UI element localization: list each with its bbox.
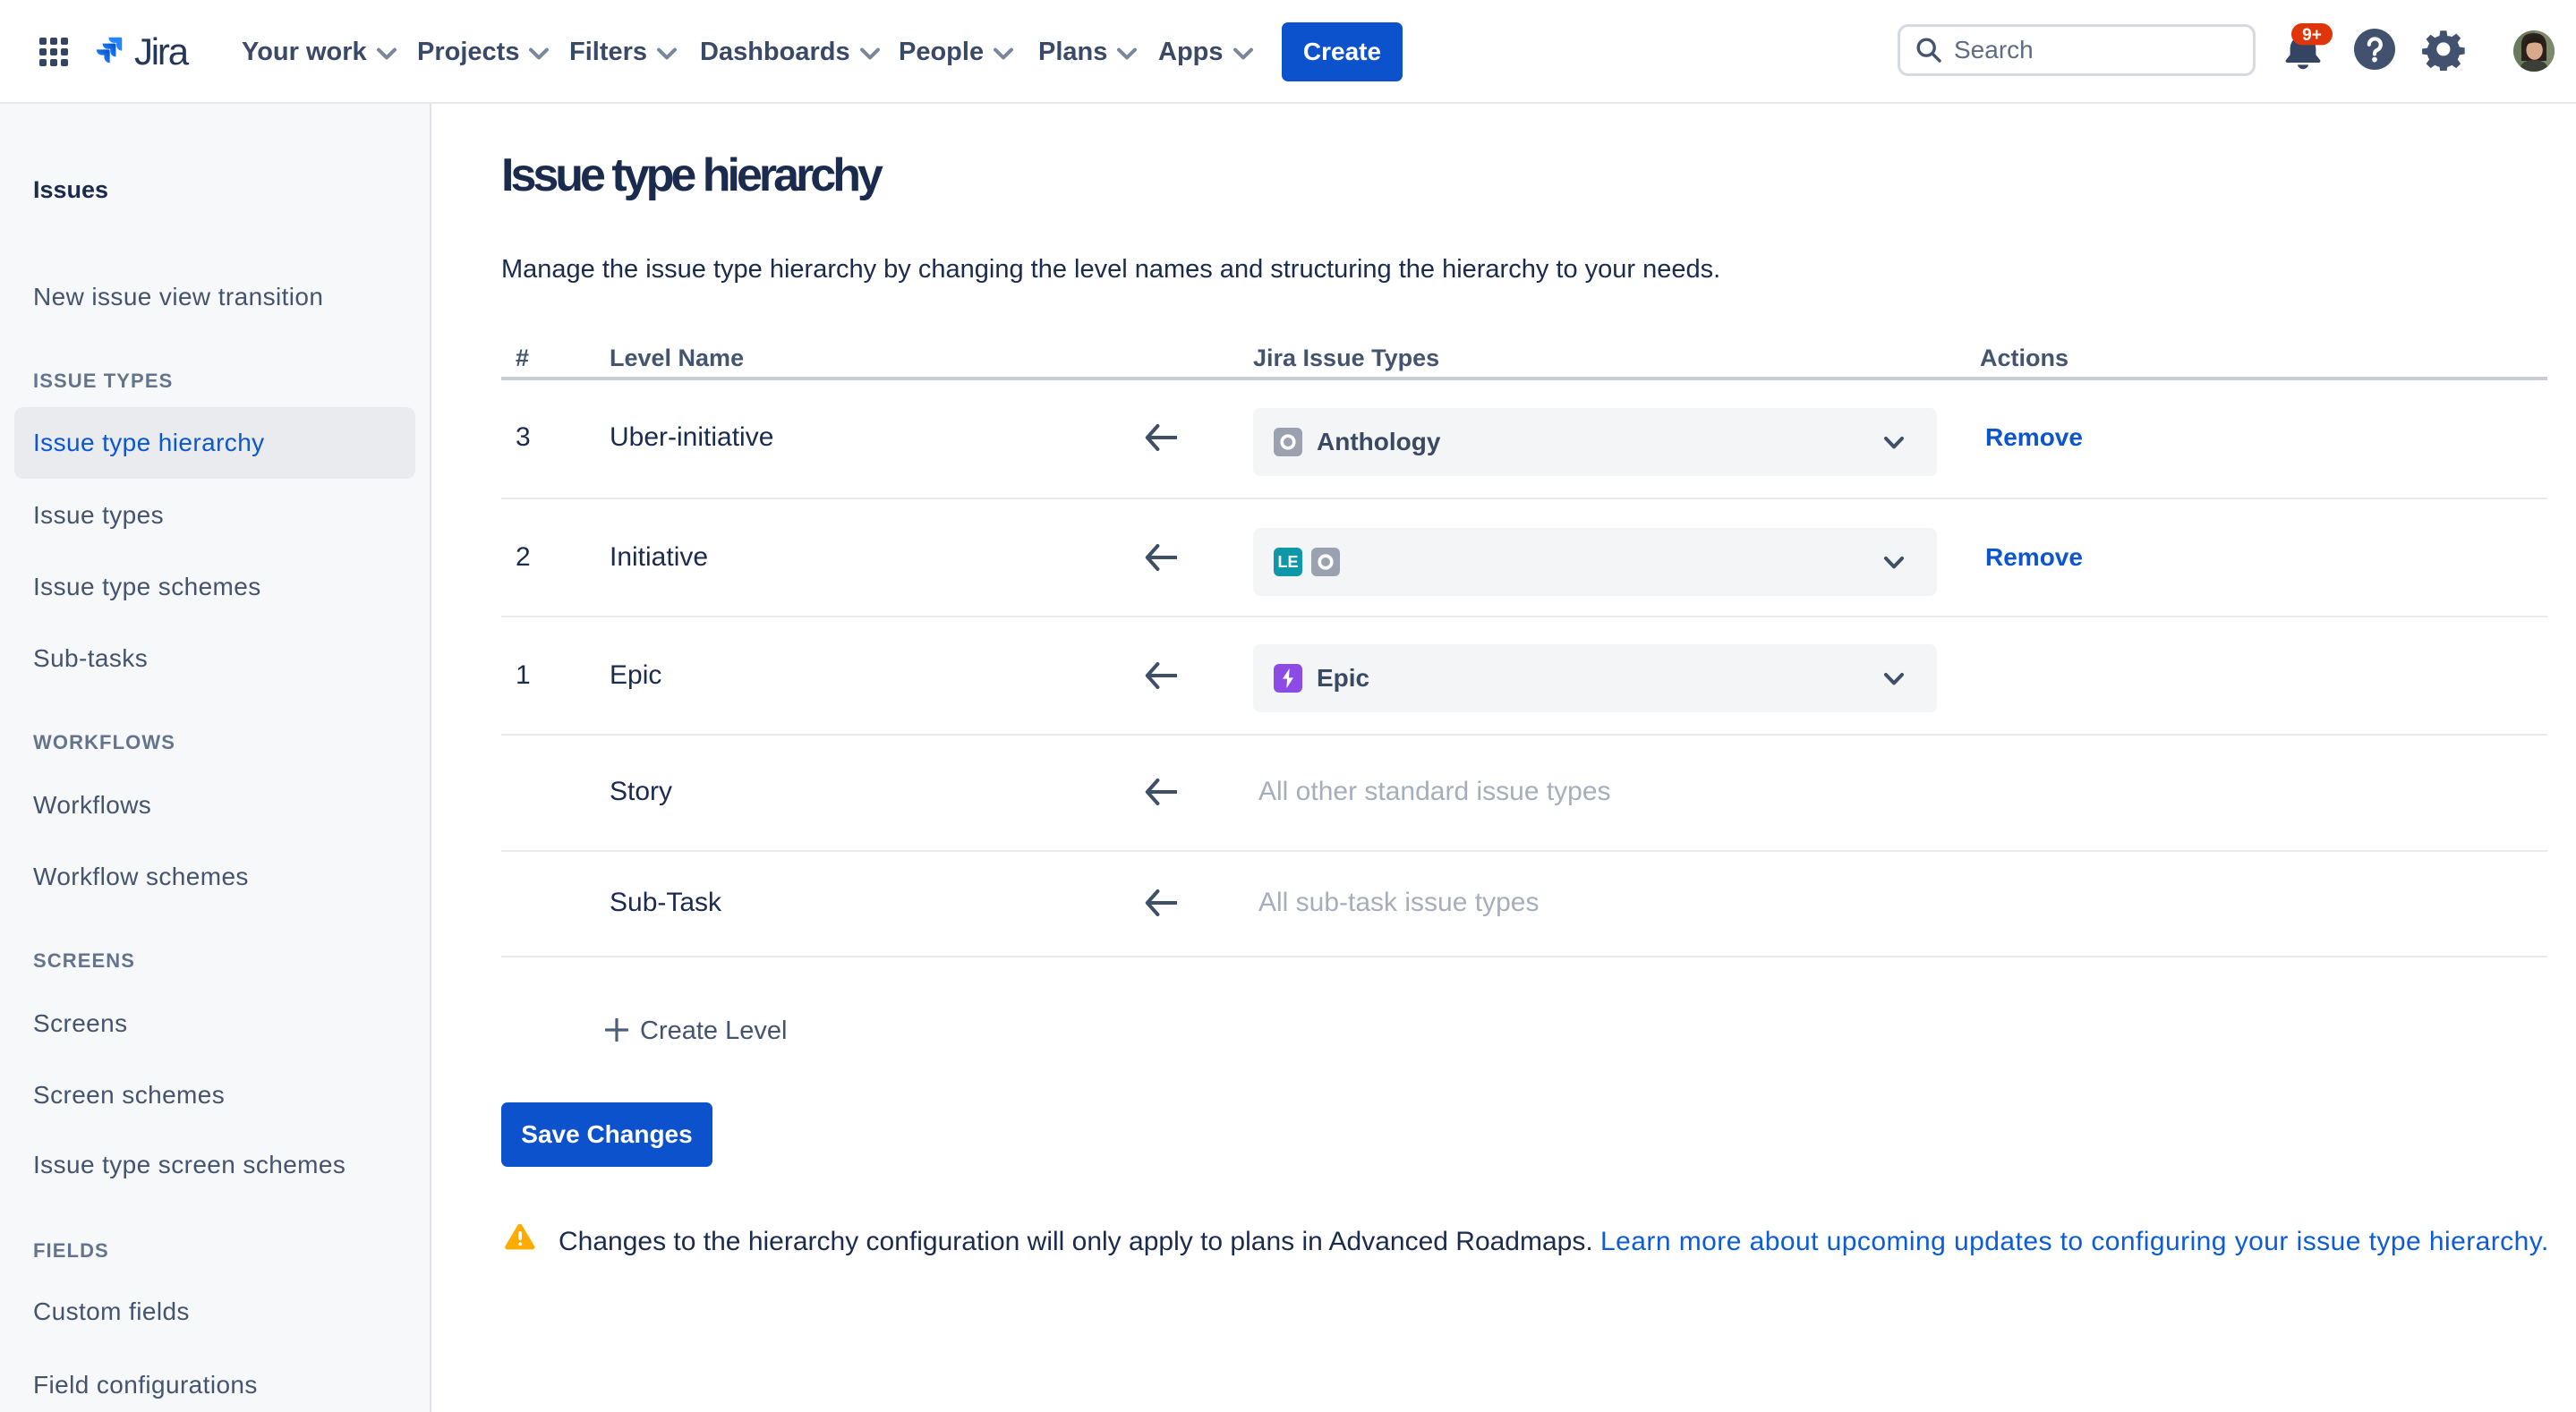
- svg-text:9+: 9+: [2302, 26, 2322, 45]
